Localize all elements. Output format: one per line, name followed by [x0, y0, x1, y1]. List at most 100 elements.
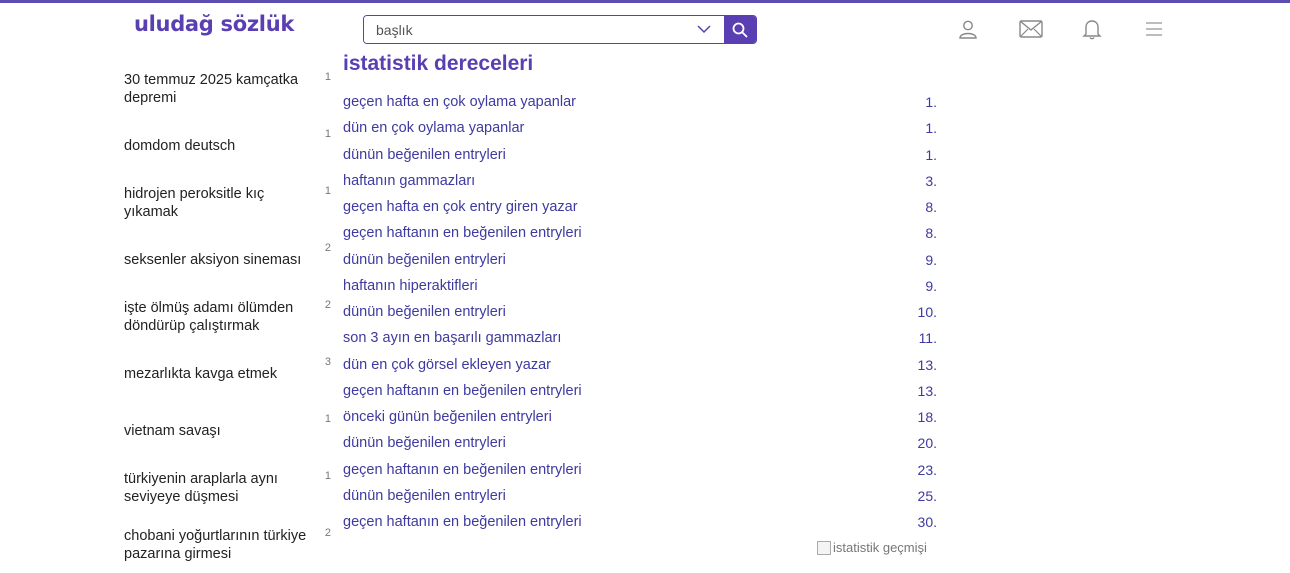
stat-rank: 10. — [917, 304, 937, 320]
stat-rank: 30. — [917, 514, 937, 530]
sidebar-topic-count: 2 — [324, 299, 331, 311]
stat-link[interactable]: geçen hafta en çok oylama yapanlar — [343, 89, 576, 115]
stat-rank: 25. — [917, 487, 937, 504]
stat-rank: 1. — [925, 94, 937, 110]
stat-history-image-alt: istatistik geçmişi — [833, 540, 927, 555]
sidebar-topic-count: 1 — [324, 71, 331, 83]
stat-link[interactable]: dünün beğenilen entryleri — [343, 299, 506, 325]
stat-rank: 1. — [925, 120, 937, 137]
stat-link[interactable]: geçen haftanın en beğenilen entryleri — [343, 457, 582, 483]
stat-history-image: istatistik geçmişi — [817, 540, 927, 555]
messages-button[interactable] — [1018, 16, 1044, 42]
stat-rank: 9. — [925, 251, 937, 268]
stat-row: dünün beğenilen entryleri 25. — [343, 483, 937, 509]
topic-sidebar: 30 temmuz 2025 kamçatka depremi 1 domdom… — [124, 60, 334, 573]
stat-rank: 8. — [925, 199, 937, 215]
stat-row: dün en çok görsel ekleyen yazar 13. — [343, 352, 937, 378]
stat-row: son 3 ayın en başarılı gammazları 11. — [343, 325, 937, 351]
sidebar-topic-item[interactable]: işte ölmüş adamı ölümden döndürüp çalışt… — [124, 288, 334, 345]
page-title: istatistik dereceleri — [343, 52, 534, 75]
sidebar-topic-item[interactable]: seksenler aksiyon sineması 2 — [124, 231, 334, 288]
stat-row: geçen haftanın en beğenilen entryleri 13. — [343, 378, 937, 404]
stat-rank: 11. — [918, 330, 937, 347]
stat-link[interactable]: dünün beğenilen entryleri — [343, 142, 506, 168]
sidebar-topic-count: 1 — [324, 128, 331, 140]
stat-rank: 23. — [917, 461, 937, 478]
stat-row: dünün beğenilen entryleri 1. — [343, 142, 937, 168]
stat-row: geçen hafta en çok oylama yapanlar 1. — [343, 89, 937, 115]
menu-button[interactable] — [1141, 16, 1167, 42]
search-input[interactable] — [364, 16, 684, 43]
sidebar-topic-label: hidrojen peroksitle kıç yıkamak — [124, 185, 265, 220]
mail-icon — [1019, 20, 1043, 38]
sidebar-topic-label: işte ölmüş adamı ölümden döndürüp çalışt… — [124, 299, 294, 334]
stat-row: dünün beğenilen entryleri 20. — [343, 430, 937, 456]
stat-row: geçen hafta en çok entry giren yazar 8. — [343, 194, 937, 220]
sidebar-topic-label: mezarlıkta kavga etmek — [124, 365, 278, 382]
sidebar-topic-label: seksenler aksiyon sineması — [124, 251, 302, 268]
sidebar-topic-count: 2 — [324, 527, 331, 539]
sidebar-topic-count: 1 — [324, 413, 331, 425]
sidebar-topic-label: türkiyenin araplarla aynı seviyeye düşme… — [124, 470, 278, 505]
stat-row: geçen haftanın en beğenilen entryleri 30. — [343, 509, 937, 535]
stat-link[interactable]: dünün beğenilen entryleri — [343, 430, 506, 456]
sidebar-topic-label: vietnam savaşı — [124, 422, 221, 439]
sidebar-topic-count: 3 — [324, 356, 331, 368]
sidebar-topic-item[interactable]: vietnam savaşı 1 — [124, 402, 334, 459]
stat-row: dün en çok oylama yapanlar 1. — [343, 115, 937, 141]
stat-link[interactable]: dünün beğenilen entryleri — [343, 483, 506, 509]
chevron-down-icon — [697, 25, 711, 34]
stat-row: önceki günün beğenilen entryleri 18. — [343, 404, 937, 430]
stat-link[interactable]: geçen hafta en çok entry giren yazar — [343, 194, 578, 220]
stat-rank: 8. — [925, 225, 937, 242]
stat-link[interactable]: geçen haftanın en beğenilen entryleri — [343, 509, 582, 535]
stat-link[interactable]: önceki günün beğenilen entryleri — [343, 404, 552, 430]
sidebar-topic-item[interactable]: türkiyenin araplarla aynı seviyeye düşme… — [124, 459, 334, 516]
stat-link[interactable]: haftanın hiperaktifleri — [343, 273, 478, 299]
stat-rank: 3. — [925, 172, 937, 189]
stat-row: haftanın gammazları 3. — [343, 168, 937, 194]
sidebar-topic-count: 1 — [324, 470, 331, 482]
sidebar-topic-count: 1 — [324, 185, 331, 197]
sidebar-topic-label: chobani yoğurtlarının türkiye pazarına g… — [124, 527, 307, 562]
stat-rank: 9. — [925, 277, 937, 294]
stat-rank: 18. — [917, 409, 937, 425]
sidebar-topic-label: domdom deutsch — [124, 137, 236, 154]
search-bar — [363, 15, 757, 44]
stat-rank: 1. — [925, 146, 937, 163]
stat-list: geçen hafta en çok oylama yapanlar 1. dün … — [343, 89, 943, 535]
stat-row: geçen haftanın en beğenilen entryleri 23. — [343, 457, 937, 483]
stat-rank: 20. — [917, 435, 937, 452]
stat-row: dünün beğenilen entryleri 9. — [343, 247, 937, 273]
notifications-button[interactable] — [1079, 16, 1105, 42]
site-logo[interactable]: uludağ sözlük — [134, 12, 294, 36]
broken-image-icon — [817, 540, 831, 555]
search-dropdown-button[interactable] — [684, 16, 724, 43]
stat-link[interactable]: dünün beğenilen entryleri — [343, 247, 506, 273]
stat-link[interactable]: son 3 ayın en başarılı gammazları — [343, 325, 561, 351]
user-icon — [959, 20, 977, 39]
stat-row: dünün beğenilen entryleri 10. — [343, 299, 937, 325]
sidebar-topic-item[interactable]: 30 temmuz 2025 kamçatka depremi 1 — [124, 60, 334, 117]
profile-button[interactable] — [955, 16, 981, 42]
main-content: istatistik dereceleri geçen hafta en çok… — [343, 51, 943, 535]
sidebar-topic-item[interactable]: domdom deutsch 1 — [124, 117, 334, 174]
sidebar-topic-item[interactable]: chobani yoğurtlarının türkiye pazarına g… — [124, 516, 334, 573]
search-button[interactable] — [724, 16, 756, 43]
search-icon — [732, 22, 748, 38]
stat-link[interactable]: geçen haftanın en beğenilen entryleri — [343, 220, 582, 246]
stat-row: geçen haftanın en beğenilen entryleri 8. — [343, 220, 937, 246]
sidebar-topic-item[interactable]: mezarlıkta kavga etmek 3 — [124, 345, 334, 402]
stat-rank: 13. — [917, 382, 937, 399]
stat-link[interactable]: geçen haftanın en beğenilen entryleri — [343, 378, 582, 404]
stat-link[interactable]: dün en çok oylama yapanlar — [343, 115, 524, 141]
bell-icon — [1082, 20, 1102, 40]
stat-link[interactable]: haftanın gammazları — [343, 168, 475, 194]
sidebar-topic-count: 2 — [324, 242, 331, 254]
sidebar-topic-item[interactable]: hidrojen peroksitle kıç yıkamak 1 — [124, 174, 334, 231]
stat-rank: 13. — [917, 356, 937, 373]
menu-icon — [1146, 22, 1162, 36]
stat-row: haftanın hiperaktifleri 9. — [343, 273, 937, 299]
stat-link[interactable]: dün en çok görsel ekleyen yazar — [343, 352, 551, 378]
top-accent-line — [0, 0, 1290, 3]
